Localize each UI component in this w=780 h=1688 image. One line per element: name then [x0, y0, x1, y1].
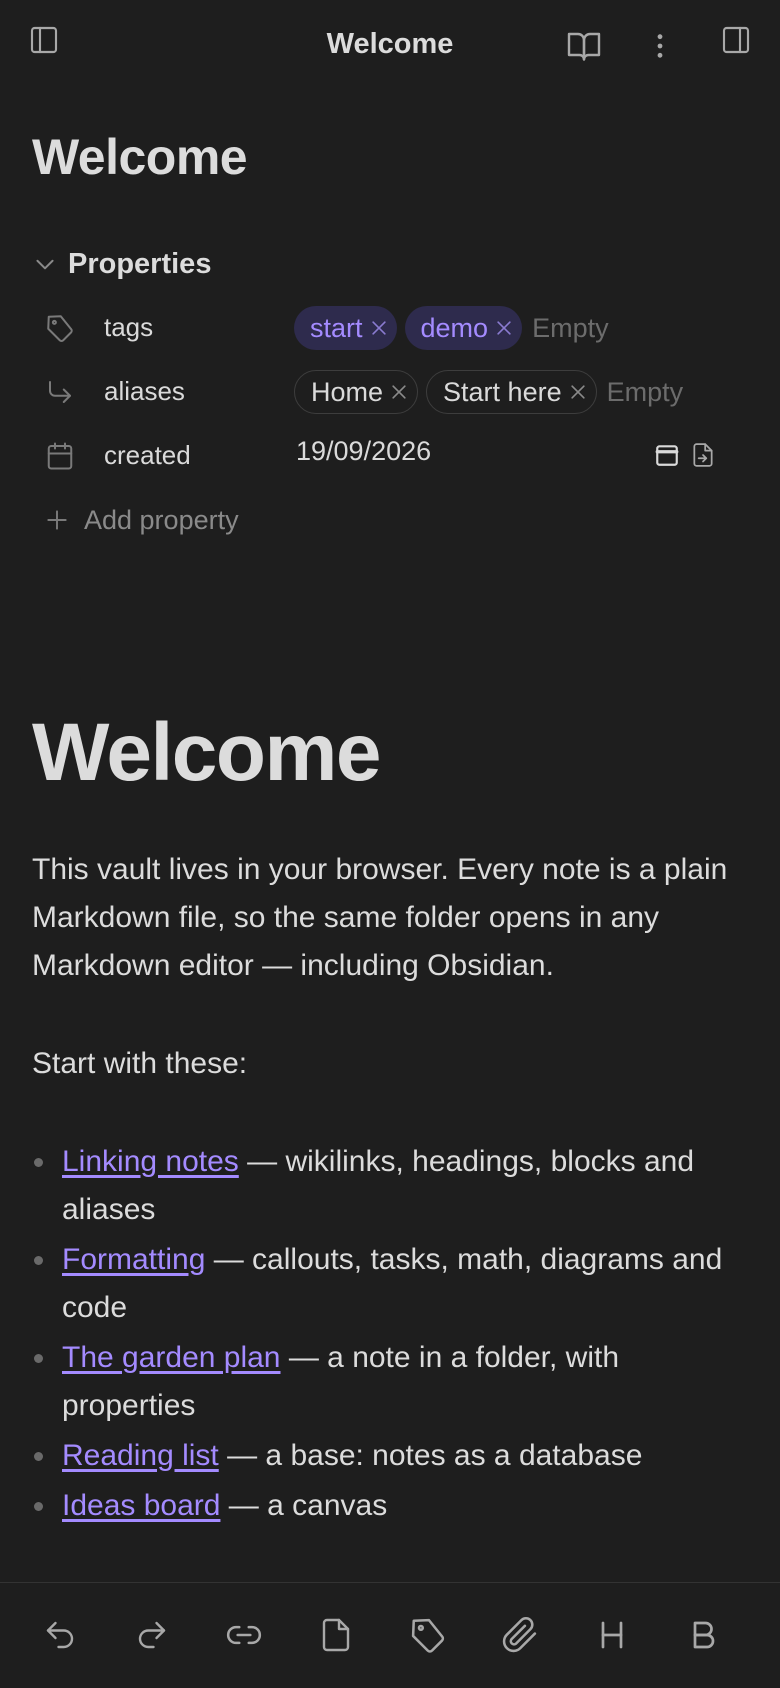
plus-icon [44, 507, 70, 533]
properties-label: Properties [68, 247, 212, 280]
aliases-empty-input[interactable]: Empty [607, 377, 684, 408]
property-value-aliases[interactable]: Home Start here Empty [294, 364, 683, 420]
property-value-tags[interactable]: start demo Empty [294, 300, 609, 356]
intro-paragraph: This vault lives in your browser. Every … [32, 853, 728, 982]
close-icon[interactable] [389, 382, 409, 402]
tag-icon[interactable] [44, 312, 76, 344]
bullet-icon [34, 1452, 43, 1461]
start-list: Linking notes — wikilinks, headings, blo… [32, 1138, 752, 1530]
property-row-created: created 19/09/2026 [32, 428, 752, 484]
list-item: The garden plan — a note in a folder, wi… [32, 1334, 752, 1430]
tags-empty-input[interactable]: Empty [532, 313, 609, 344]
add-property-button[interactable]: Add property [44, 500, 239, 540]
link-garden-plan[interactable]: The garden plan [62, 1341, 281, 1374]
close-icon[interactable] [568, 382, 588, 402]
app: Welcome Welcome Properties tags start de… [0, 0, 780, 1688]
calendar-icon[interactable] [44, 440, 76, 472]
bullet-icon [34, 1354, 43, 1363]
redo-icon[interactable] [128, 1611, 176, 1659]
properties-heading[interactable]: Properties [32, 246, 211, 282]
tag-pill-label: demo [420, 312, 489, 343]
start-paragraph: Start with these: [32, 1047, 248, 1080]
property-key-tags[interactable]: tags [104, 312, 153, 343]
tag-pill[interactable]: demo [404, 306, 523, 350]
property-key-created[interactable]: created [104, 440, 191, 471]
bullet-icon [34, 1158, 43, 1167]
tag-pill-label: start [310, 312, 363, 343]
file-link-icon[interactable] [690, 442, 716, 468]
link-formatting[interactable]: Formatting [62, 1243, 205, 1276]
close-icon[interactable] [494, 318, 514, 338]
header: Welcome [0, 0, 780, 96]
heading-icon[interactable] [588, 1611, 636, 1659]
bold-icon[interactable] [680, 1611, 728, 1659]
calendar-picker-icon[interactable] [654, 442, 680, 468]
list-item: Linking notes — wikilinks, headings, blo… [32, 1138, 752, 1234]
property-row-aliases: aliases Home Start here Empty [32, 364, 752, 420]
add-property-label: Add property [84, 504, 239, 535]
alias-pill[interactable]: Home [294, 370, 419, 414]
list-item-text: — a base: notes as a database [218, 1439, 643, 1472]
tag-icon[interactable] [404, 1611, 452, 1659]
link-ideas-board[interactable]: Ideas board [62, 1489, 220, 1522]
book-open-icon[interactable] [562, 24, 606, 68]
paperclip-icon[interactable] [496, 1611, 544, 1659]
alias-pill-label: Home [311, 376, 384, 407]
forward-arrow-icon[interactable] [44, 376, 76, 408]
note-title[interactable]: Welcome [32, 128, 248, 186]
body-heading: Welcome [32, 707, 382, 798]
sidebar-right-icon[interactable] [714, 18, 758, 62]
chevron-down-icon [32, 251, 58, 277]
alias-pill[interactable]: Start here [426, 370, 597, 414]
list-item: Ideas board — a canvas [32, 1482, 752, 1530]
link-icon[interactable] [220, 1611, 268, 1659]
close-icon[interactable] [369, 318, 389, 338]
property-row-tags: tags start demo Empty [32, 300, 752, 356]
date-actions [654, 442, 716, 468]
list-item: Reading list — a base: notes as a databa… [32, 1432, 752, 1480]
tag-pill[interactable]: start [294, 306, 397, 350]
editor-toolbar [0, 1582, 780, 1688]
created-date-input[interactable]: 19/09/2026 [296, 436, 431, 467]
bullet-icon [34, 1256, 43, 1265]
link-linking-notes[interactable]: Linking notes [62, 1145, 239, 1178]
property-key-aliases[interactable]: aliases [104, 376, 185, 407]
list-item: Formatting — callouts, tasks, math, diag… [32, 1236, 752, 1332]
list-item-text: — a canvas [220, 1489, 388, 1522]
more-vertical-icon[interactable] [638, 24, 682, 68]
link-reading-list[interactable]: Reading list [62, 1439, 219, 1472]
undo-icon[interactable] [36, 1611, 84, 1659]
alias-pill-label: Start here [443, 376, 562, 407]
bullet-icon [34, 1502, 43, 1511]
file-icon[interactable] [312, 1611, 360, 1659]
